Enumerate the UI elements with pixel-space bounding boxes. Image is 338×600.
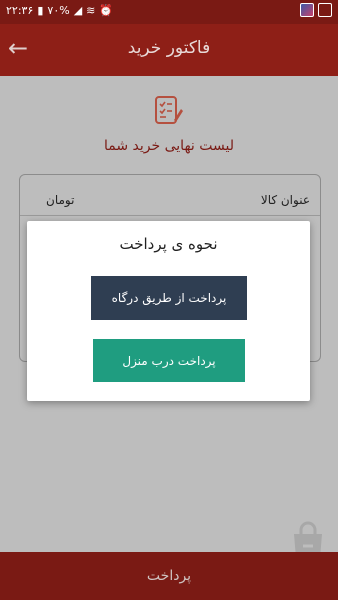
column-header-price: تومان <box>46 193 75 207</box>
battery-level: ۷۰% <box>47 4 70 17</box>
dialog-title: نحوه ی پرداخت <box>119 235 218 253</box>
battery-icon: ▮ <box>37 4 44 17</box>
notification-gallery-icon <box>318 3 332 17</box>
status-right <box>300 3 332 17</box>
checklist-icon <box>155 96 183 124</box>
pay-bar[interactable]: پرداخت <box>0 552 338 600</box>
pay-label: پرداخت <box>146 568 192 584</box>
status-bar: ۲۲:۳۶ ▮ ۷۰% ◢ ≋ ⏰ <box>0 0 338 24</box>
alarm-icon: ⏰ <box>99 4 114 17</box>
gateway-payment-button[interactable]: پرداخت از طریق درگاه <box>91 276 247 320</box>
app-bar: ← فاکتور خرید <box>0 24 338 76</box>
payment-method-dialog: نحوه ی پرداخت پرداخت از طریق درگاه پرداخ… <box>27 221 310 401</box>
header-divider <box>20 215 320 216</box>
status-left: ۲۲:۳۶ ▮ ۷۰% ◢ ≋ ⏰ <box>6 4 113 17</box>
wifi-icon: ≋ <box>86 4 96 17</box>
page-title: فاکتور خرید <box>127 38 211 58</box>
cash-on-delivery-button[interactable]: پرداخت درب منزل <box>93 339 245 382</box>
notification-photo-icon <box>300 3 314 17</box>
list-title: لیست نهایی خرید شما <box>104 138 234 154</box>
clock: ۲۲:۳۶ <box>6 4 34 17</box>
column-header-name: عنوان کالا <box>260 193 310 207</box>
signal-icon: ◢ <box>73 4 83 17</box>
